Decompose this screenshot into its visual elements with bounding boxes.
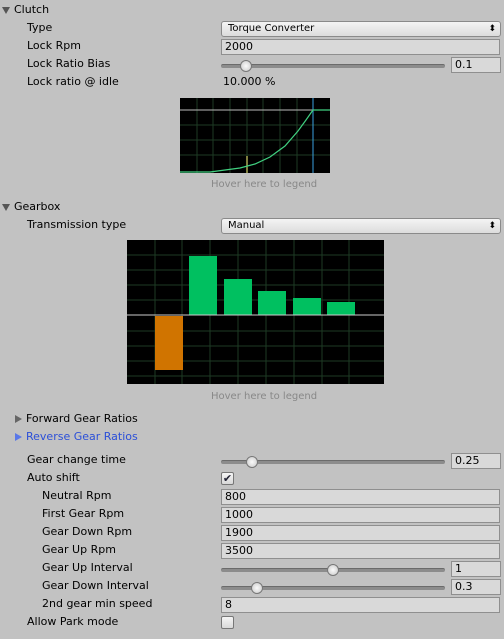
gear-up-rpm-input[interactable]: 3500 xyxy=(221,543,500,559)
auto-shift-label: Auto shift xyxy=(27,471,80,484)
gear-bar-1 xyxy=(189,256,217,315)
lock-rpm-label: Lock Rpm xyxy=(27,39,81,52)
lock-rpm-input[interactable]: 2000 xyxy=(221,39,500,55)
gear-bar-4 xyxy=(293,298,321,315)
lock-ratio-bias-input[interactable]: 0.1 xyxy=(451,57,501,73)
gear-up-interval-slider[interactable] xyxy=(221,564,445,576)
second-gear-min-speed-label: 2nd gear min speed xyxy=(42,597,153,610)
clutch-foldout[interactable]: Clutch xyxy=(2,2,49,18)
auto-shift-checkbox[interactable]: ✔ xyxy=(221,472,234,485)
gear-down-rpm-label: Gear Down Rpm xyxy=(42,525,133,538)
lock-ratio-bias-label: Lock Ratio Bias xyxy=(27,57,111,70)
gear-up-interval-label: Gear Up Interval xyxy=(42,561,133,574)
gear-bar-2 xyxy=(224,279,252,315)
gear-up-interval-input[interactable]: 1 xyxy=(451,561,501,577)
gear-down-rpm-input[interactable]: 1900 xyxy=(221,525,500,541)
gear-graph-hint: Hover here to legend xyxy=(211,391,318,402)
gearbox-title: Gearbox xyxy=(14,200,61,213)
reverse-gear-ratios-foldout[interactable]: Reverse Gear Ratios xyxy=(15,429,138,445)
triangle-right-icon xyxy=(15,433,22,441)
first-gear-rpm-label: First Gear Rpm xyxy=(42,507,125,520)
dropdown-arrows-icon: ⬍ xyxy=(488,221,496,231)
gear-up-rpm-label: Gear Up Rpm xyxy=(42,543,116,556)
forward-gear-ratios-label: Forward Gear Ratios xyxy=(26,412,138,425)
gear-ratios-graph[interactable] xyxy=(127,240,384,384)
lock-ratio-idle-label: Lock ratio @ idle xyxy=(27,75,119,88)
gear-down-interval-input[interactable]: 0.3 xyxy=(451,579,501,595)
gear-change-time-slider[interactable] xyxy=(221,456,445,468)
slider-knob[interactable] xyxy=(246,456,259,468)
allow-park-checkbox[interactable] xyxy=(221,616,234,629)
clutch-title: Clutch xyxy=(14,3,50,16)
triangle-right-icon xyxy=(15,415,22,423)
transmission-type-label: Transmission type xyxy=(27,218,127,231)
clutch-graph-hint: Hover here to legend xyxy=(211,179,318,190)
gear-change-time-label: Gear change time xyxy=(27,453,126,466)
gear-bar-5 xyxy=(327,302,355,315)
forward-gear-ratios-foldout[interactable]: Forward Gear Ratios xyxy=(15,411,138,427)
second-gear-min-speed-input[interactable]: 8 xyxy=(221,597,500,613)
clutch-type-value: Torque Converter xyxy=(228,23,315,34)
triangle-down-icon xyxy=(2,203,10,211)
graph-background xyxy=(180,98,330,173)
transmission-type-value: Manual xyxy=(228,220,265,231)
gear-bar-R xyxy=(155,316,183,370)
lock-ratio-idle-value: 10.000 % xyxy=(223,75,276,88)
clutch-curve-graph[interactable] xyxy=(180,98,330,173)
triangle-down-icon xyxy=(2,6,10,14)
first-gear-rpm-input[interactable]: 1000 xyxy=(221,507,500,523)
transmission-type-dropdown[interactable]: Manual ⬍ xyxy=(221,218,501,234)
gear-down-interval-slider[interactable] xyxy=(221,582,445,594)
type-label: Type xyxy=(27,21,53,34)
slider-knob[interactable] xyxy=(327,564,339,576)
gear-bar-3 xyxy=(258,291,286,315)
allow-park-label: Allow Park mode xyxy=(27,615,119,628)
slider-knob[interactable] xyxy=(250,582,263,594)
clutch-type-dropdown[interactable]: Torque Converter ⬍ xyxy=(221,21,501,37)
neutral-rpm-label: Neutral Rpm xyxy=(42,489,112,502)
slider-knob[interactable] xyxy=(239,60,252,72)
neutral-rpm-input[interactable]: 800 xyxy=(221,489,500,505)
gear-down-interval-label: Gear Down Interval xyxy=(42,579,149,592)
reverse-gear-ratios-label: Reverse Gear Ratios xyxy=(26,430,138,443)
gear-change-time-input[interactable]: 0.25 xyxy=(451,453,501,469)
dropdown-arrows-icon: ⬍ xyxy=(488,24,496,34)
lock-ratio-bias-slider[interactable] xyxy=(221,60,445,72)
gearbox-foldout[interactable]: Gearbox xyxy=(2,199,60,215)
